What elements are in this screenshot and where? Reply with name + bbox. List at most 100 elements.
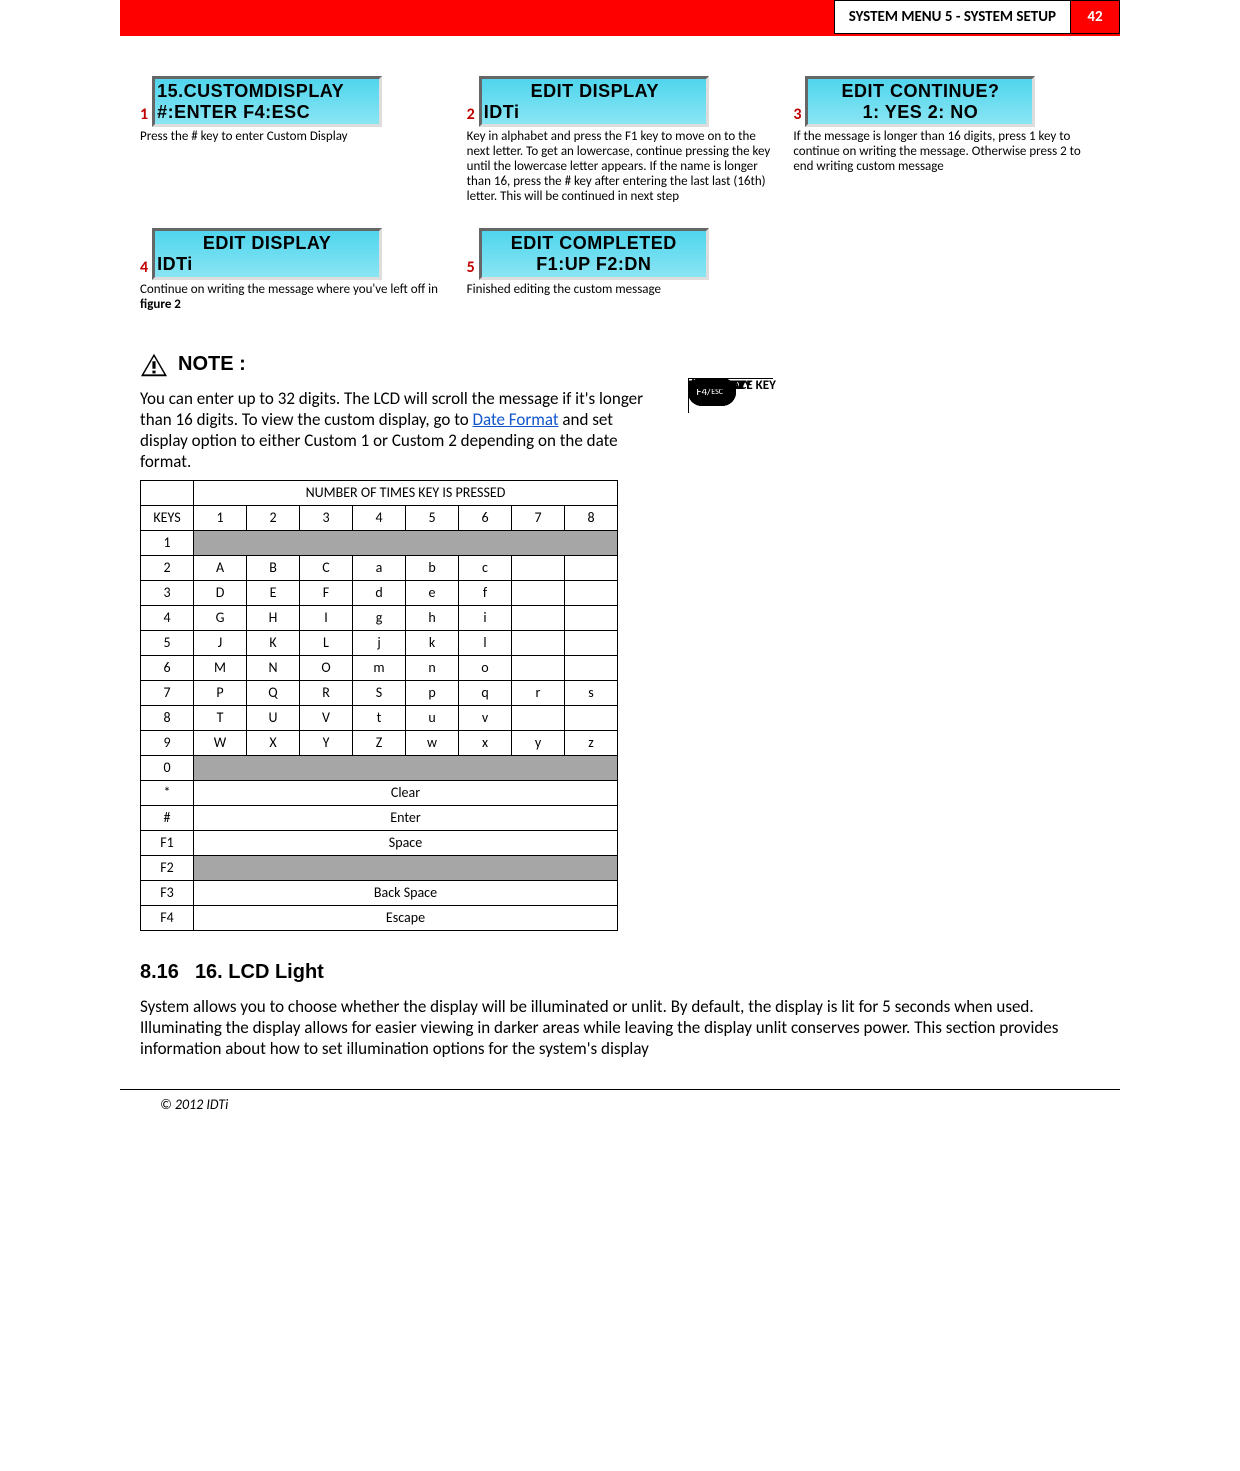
warning-icon [140,352,168,378]
table-cell: i [459,605,512,630]
table-header: 6 [459,505,512,530]
table-cell: M [194,655,247,680]
step-number: 4 [140,260,148,276]
step-number: 2 [467,107,475,123]
table-cell: D [194,580,247,605]
table-cell: w [406,730,459,755]
table-row: 0 [141,755,618,780]
table-cell: H [247,605,300,630]
section-title: 16. LCD Light [195,961,324,983]
note-header: NOTE : [140,352,1100,378]
step-caption: Press the # key to enter Custom Display [140,129,447,144]
table-cell: F1 [141,830,194,855]
table-cell: z [565,730,618,755]
table-cell: 3 [141,580,194,605]
table-cell: y [512,730,565,755]
table-cell: Back Space [194,880,618,905]
table-cell [565,705,618,730]
table-cell: m [353,655,406,680]
table-cell: Clear [194,780,618,805]
header-bar: SYSTEM MENU 5 - SYSTEM SETUP 42 [120,0,1120,34]
table-cell: Q [247,680,300,705]
note-label: NOTE : [178,353,246,376]
table-row: 4GHIghi [141,605,618,630]
lcd-screen: EDIT COMPLETED F1:UP F2:DN [479,228,709,279]
table-row: 3DEFdef [141,580,618,605]
lcd-line1: EDIT CONTINUE? [810,81,1030,102]
table-cell: V [300,705,353,730]
lcd-line2: IDTi [484,102,704,123]
table-cell: r [512,680,565,705]
page-number: 42 [1071,0,1120,34]
table-header-span: NUMBER OF TIMES KEY IS PRESSED [194,480,618,505]
lcd-line2: #:ENTER F4:ESC [157,102,377,123]
table-header: 2 [247,505,300,530]
date-format-link[interactable]: Date Format [473,409,559,430]
section-body: System allows you to choose whether the … [140,996,1100,1059]
lcd-line2: IDTi [157,254,377,275]
lcd-screen: 15.CUSTOMDISPLAY #:ENTER F4:ESC [152,76,382,127]
table-header: 5 [406,505,459,530]
table-cell: 5 [141,630,194,655]
table-cell: x [459,730,512,755]
table-cell [565,580,618,605]
table-cell: J [194,630,247,655]
step-caption: Key in alphabet and press the F1 key to … [467,129,774,204]
table-cell: k [406,630,459,655]
table-cell: # [141,805,194,830]
table-header: 7 [512,505,565,530]
table-cell: l [459,630,512,655]
table-row: 9WXYZwxyz [141,730,618,755]
table-cell: X [247,730,300,755]
lcd-line1: EDIT DISPLAY [157,233,377,254]
keypad-diagram: 1 2ABC 3DEF 4GHI 5JKL 6MNO 7PQRS 8TUV 9W… [688,378,1100,628]
table-row: 7PQRSpqrs [141,680,618,705]
table-row: *Clear [141,780,618,805]
table-header: 4 [353,505,406,530]
table-cell: B [247,555,300,580]
label-enter-key: ENTER KEY [688,378,746,393]
table-cell: e [406,580,459,605]
table-cell: p [406,680,459,705]
table-header: 8 [565,505,618,530]
table-cell: L [300,630,353,655]
step-caption: If the message is longer than 16 digits,… [793,129,1100,174]
table-cell: 0 [141,755,194,780]
table-cell: U [247,705,300,730]
note-body: You can enter up to 32 digits. The LCD w… [140,388,658,472]
table-cell: d [353,580,406,605]
step-number: 5 [467,260,475,276]
table-cell: u [406,705,459,730]
table-row: #Enter [141,805,618,830]
table-cell [512,630,565,655]
table-cell: Enter [194,805,618,830]
table-cell: Y [300,730,353,755]
table-cell: Escape [194,905,618,930]
table-row: F4Escape [141,905,618,930]
table-cell: a [353,555,406,580]
table-cell [565,655,618,680]
step-number: 3 [793,107,801,123]
table-header: 1 [194,505,247,530]
table-cell: n [406,655,459,680]
table-cell: o [459,655,512,680]
table-row: F1Space [141,830,618,855]
table-row: F2 [141,855,618,880]
table-cell [512,655,565,680]
table-cell [512,605,565,630]
table-row: F3Back Space [141,880,618,905]
table-cell: A [194,555,247,580]
table-row: 6MNOmno [141,655,618,680]
table-cell: R [300,680,353,705]
table-row: 1 [141,530,618,555]
table-cell: 1 [141,530,194,555]
table-cell: v [459,705,512,730]
lcd-line1: 15.CUSTOMDISPLAY [157,81,377,102]
table-row: 5JKLjkl [141,630,618,655]
table-cell [565,605,618,630]
table-cell: 4 [141,605,194,630]
table-cell: q [459,680,512,705]
table-cell: O [300,655,353,680]
table-cell: W [194,730,247,755]
table-cell: P [194,680,247,705]
